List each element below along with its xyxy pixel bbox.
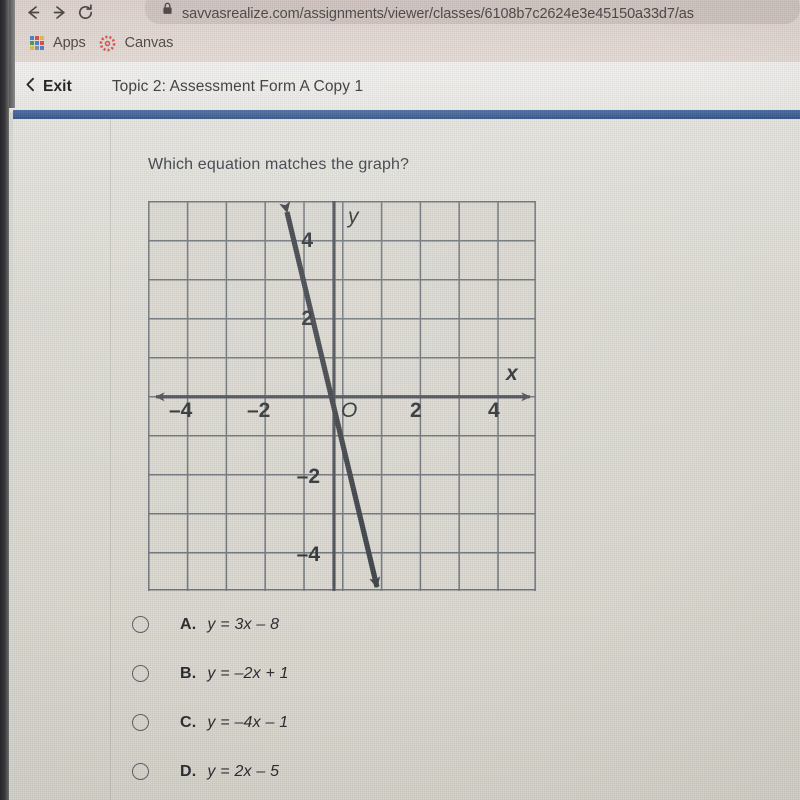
y-axis-label: y bbox=[346, 205, 360, 228]
reload-icon[interactable] bbox=[72, 1, 98, 23]
exit-button[interactable]: Exit bbox=[25, 77, 72, 97]
lock-icon bbox=[162, 2, 173, 20]
x-axis-label: x bbox=[505, 362, 519, 385]
screenshot-root: savvasrealize.com/assignments/viewer/cla… bbox=[0, 0, 800, 800]
radio-button-d[interactable] bbox=[132, 763, 149, 780]
choice-letter-c: C. bbox=[180, 713, 197, 731]
chevron-left-icon bbox=[25, 77, 36, 97]
y-tick-label-4: 4 bbox=[301, 229, 313, 252]
y-tick-label--2: –2 bbox=[297, 465, 320, 488]
apps-grid-icon bbox=[30, 36, 44, 50]
url-text: savvasrealize.com/assignments/viewer/cla… bbox=[182, 6, 694, 22]
answer-choice-c[interactable]: C. y = –4x – 1 bbox=[130, 698, 550, 747]
radio-button-a[interactable] bbox=[132, 616, 149, 633]
bookmark-canvas[interactable]: Canvas bbox=[99, 35, 174, 52]
monitor-bezel-left bbox=[0, 0, 9, 800]
radio-button-c[interactable] bbox=[132, 714, 149, 731]
choice-letter-a: A. bbox=[180, 615, 197, 633]
monitor-bezel-left-inner bbox=[9, 0, 15, 108]
choice-letter-b: B. bbox=[180, 664, 197, 682]
assessment-header: Exit Topic 2: Assessment Form A Copy 1 bbox=[10, 62, 800, 112]
canvas-logo-icon bbox=[99, 35, 116, 52]
coordinate-graph: –4 –2 O 2 4 4 2 –2 –4 y x bbox=[148, 201, 536, 591]
bookmark-canvas-label: Canvas bbox=[124, 35, 174, 51]
answer-choice-b[interactable]: B. y = –2x + 1 bbox=[130, 649, 550, 698]
bookmarks-bar: Apps Canvas bbox=[0, 24, 800, 62]
question-prompt: Which equation matches the graph? bbox=[148, 156, 410, 173]
progress-accent-bar bbox=[13, 110, 800, 119]
x-tick-label--2: –2 bbox=[247, 399, 270, 422]
bookmark-apps[interactable]: Apps bbox=[30, 35, 86, 51]
choice-equation-c: y = –4x – 1 bbox=[207, 713, 289, 731]
y-tick-label--4: –4 bbox=[297, 543, 321, 566]
assessment-title: Topic 2: Assessment Form A Copy 1 bbox=[111, 78, 364, 95]
answer-choice-d[interactable]: D. y = 2x – 5 bbox=[130, 747, 550, 796]
choice-equation-a: y = 3x – 8 bbox=[207, 615, 280, 633]
x-tick-label--4: –4 bbox=[169, 399, 193, 422]
x-tick-label-4: 4 bbox=[488, 399, 500, 422]
content-card-edge bbox=[110, 119, 111, 800]
exit-label: Exit bbox=[43, 78, 72, 95]
answer-choices-list: A. y = 3x – 8 B. y = –2x + 1 C. y = –4x … bbox=[130, 600, 550, 796]
back-icon[interactable] bbox=[20, 1, 46, 23]
answer-choice-a[interactable]: A. y = 3x – 8 bbox=[130, 600, 550, 649]
browser-chrome: savvasrealize.com/assignments/viewer/cla… bbox=[0, 0, 800, 62]
radio-button-b[interactable] bbox=[132, 665, 149, 682]
bookmark-apps-label: Apps bbox=[53, 35, 86, 51]
x-tick-label-2: 2 bbox=[410, 399, 422, 422]
choice-equation-d: y = 2x – 5 bbox=[207, 762, 280, 780]
origin-label: O bbox=[341, 399, 357, 422]
choice-letter-d: D. bbox=[180, 762, 197, 780]
y-tick-label-2: 2 bbox=[301, 307, 313, 330]
choice-equation-b: y = –2x + 1 bbox=[207, 664, 289, 682]
graph-svg: –4 –2 O 2 4 4 2 –2 –4 y x bbox=[148, 201, 536, 591]
address-bar[interactable]: savvasrealize.com/assignments/viewer/cla… bbox=[145, 0, 800, 24]
forward-icon[interactable] bbox=[46, 1, 72, 23]
